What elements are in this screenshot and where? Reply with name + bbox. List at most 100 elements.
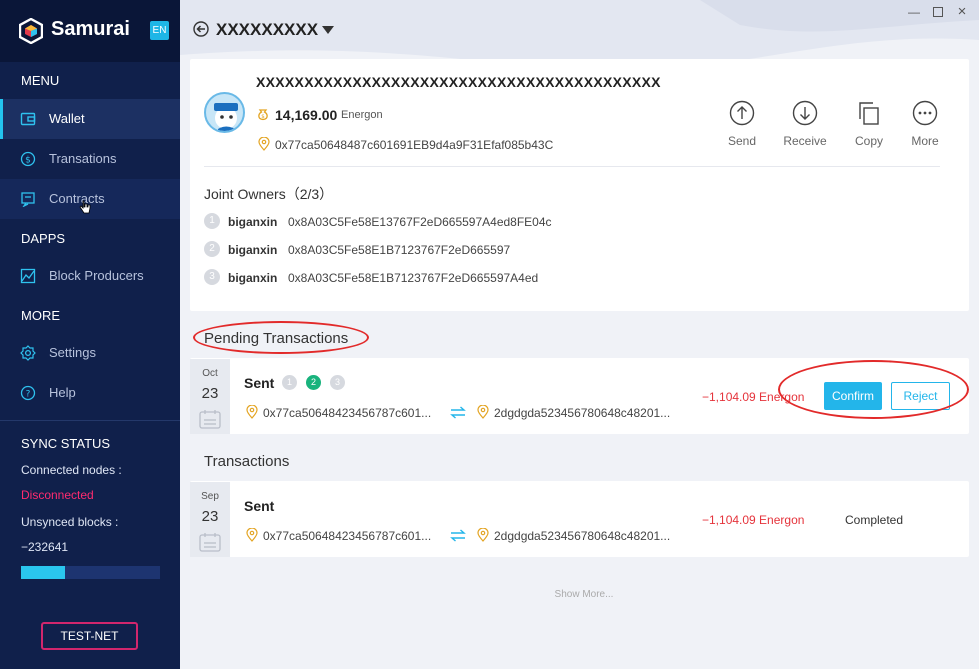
to-address: 2dgdgda523456780648c48201... xyxy=(494,529,671,543)
copy-button[interactable]: Copy xyxy=(839,100,899,148)
sidebar-item-contracts[interactable]: Contracts xyxy=(0,179,180,219)
calendar-icon xyxy=(199,533,221,552)
joint-owners-title: Joint Owners（2/3） xyxy=(204,186,334,202)
sidebar-item-transations[interactable]: $ Transations xyxy=(0,139,180,179)
owner-name: biganxin xyxy=(228,271,278,285)
transactions-title: Transactions xyxy=(204,453,290,470)
chevron-down-icon[interactable] xyxy=(322,26,334,34)
annotation-circle xyxy=(193,321,369,354)
divider xyxy=(0,420,180,421)
more-section-title: MORE xyxy=(21,308,60,323)
date-day: 23 xyxy=(201,385,219,402)
to-address: 2dgdgda523456780648c48201... xyxy=(494,406,671,420)
maximize-icon[interactable] xyxy=(933,7,943,17)
language-switch[interactable]: EN xyxy=(150,21,169,40)
more-icon xyxy=(912,100,938,126)
gear-icon xyxy=(20,345,36,361)
transaction-type: Sent xyxy=(244,498,275,514)
connected-nodes-label: Connected nodes : xyxy=(21,463,122,477)
annotation-circle xyxy=(778,360,969,419)
contract-icon xyxy=(21,192,35,207)
account-title[interactable]: XXXXXXXXX xyxy=(216,20,318,40)
samurai-logo-icon xyxy=(19,18,43,44)
more-button[interactable]: More xyxy=(895,100,955,148)
show-more-link[interactable]: Show More... xyxy=(500,589,668,600)
sidebar-item-label: Contracts xyxy=(49,191,105,206)
transfer-arrows-icon xyxy=(450,406,466,419)
wallet-address[interactable]: 0x77ca50648487c601691EB9d4a9F31Efaf085b4… xyxy=(275,138,553,152)
unsynced-blocks-label: Unsynced blocks : xyxy=(21,515,119,529)
coin-bag-icon: $ xyxy=(258,109,268,121)
transfer-arrows-icon xyxy=(450,529,466,542)
dollar-icon: $ xyxy=(20,151,36,167)
sidebar: Samurai EN MENU Wallet $ Transations Con… xyxy=(0,0,180,669)
sidebar-item-label: Transations xyxy=(49,151,117,166)
owner-name: biganxin xyxy=(228,243,278,257)
location-pin-icon xyxy=(477,528,489,542)
sync-status-title: SYNC STATUS xyxy=(21,436,111,451)
owner-address: 0x8A03C5Fe58E1B7123767F2eD665597A4ed xyxy=(288,271,539,285)
wallet-icon xyxy=(20,112,36,126)
hand-cursor-icon xyxy=(79,200,91,214)
sidebar-item-settings[interactable]: Settings xyxy=(0,333,180,373)
copy-icon xyxy=(859,102,879,125)
calendar-icon xyxy=(199,410,221,429)
sidebar-item-label: Wallet xyxy=(49,111,85,126)
transaction-type: Sent xyxy=(244,375,275,391)
help-icon: ? xyxy=(20,385,36,401)
menu-section-title: MENU xyxy=(21,73,60,88)
owner-number: 2 xyxy=(204,241,220,257)
date-badge: Oct 23 xyxy=(190,359,230,434)
sidebar-item-label: Block Producers xyxy=(49,268,144,283)
divider xyxy=(204,166,940,167)
copy-label: Copy xyxy=(854,134,883,148)
signature-step: 1 xyxy=(282,375,297,390)
brand-bar: Samurai EN xyxy=(0,0,180,62)
owner-address: 0x8A03C5Fe58E13767F2eD665597A4ed8FE04c xyxy=(288,215,552,229)
from-address: 0x77ca50648423456787c601... xyxy=(263,529,432,543)
sync-progress-bar xyxy=(21,566,160,579)
owner-address: 0x8A03C5Fe58E1B7123767F2eD665597 xyxy=(288,243,511,257)
unsynced-blocks-value: −232641 xyxy=(21,540,69,554)
sidebar-item-label: Settings xyxy=(49,345,96,360)
network-button[interactable]: TEST-NET xyxy=(41,622,138,650)
wallet-balance: 14,169.00 xyxy=(275,107,338,123)
from-address: 0x77ca50648423456787c601... xyxy=(263,406,432,420)
owner-number: 1 xyxy=(204,213,220,229)
sync-progress-fill xyxy=(21,566,66,579)
receive-label: Receive xyxy=(783,134,827,148)
connected-nodes-value: Disconnected xyxy=(21,488,94,502)
sidebar-item-help[interactable]: ? Help xyxy=(0,373,180,413)
location-pin-icon xyxy=(246,405,258,419)
avatar xyxy=(204,92,245,133)
close-icon[interactable]: × xyxy=(956,4,968,19)
date-month: Sep xyxy=(201,491,219,502)
minimize-icon[interactable]: — xyxy=(908,6,920,18)
owner-number: 3 xyxy=(204,269,220,285)
back-arrow-icon[interactable] xyxy=(193,21,209,37)
sidebar-item-wallet[interactable]: Wallet xyxy=(0,99,180,139)
signature-step: 3 xyxy=(330,375,345,390)
date-badge: Sep 23 xyxy=(190,482,230,557)
wallet-name: XXXXXXXXXXXXXXXXXXXXXXXXXXXXXXXXXXXXXXXX… xyxy=(256,74,661,90)
receive-button[interactable]: Receive xyxy=(775,100,835,148)
balance-unit: Energon xyxy=(341,109,383,121)
receive-icon xyxy=(792,100,818,126)
dapps-section-title: DAPPS xyxy=(21,231,66,246)
brand-name: Samurai xyxy=(51,18,130,40)
send-label: Send xyxy=(727,134,757,148)
sidebar-item-block-producers[interactable]: Block Producers xyxy=(0,256,180,296)
owner-name: biganxin xyxy=(228,215,278,229)
svg-text:$: $ xyxy=(261,114,265,120)
svg-text:?: ? xyxy=(26,390,31,400)
send-button[interactable]: Send xyxy=(712,100,772,148)
transaction-status: Completed xyxy=(845,513,904,527)
date-month: Oct xyxy=(202,368,218,379)
date-day: 23 xyxy=(201,508,219,525)
sidebar-item-label: Help xyxy=(49,385,76,400)
location-pin-icon xyxy=(246,528,258,542)
svg-text:$: $ xyxy=(25,156,31,166)
transaction-amount: −1,104.09 Energon xyxy=(702,513,805,527)
location-pin-icon xyxy=(477,405,489,419)
more-label: More xyxy=(911,134,939,148)
